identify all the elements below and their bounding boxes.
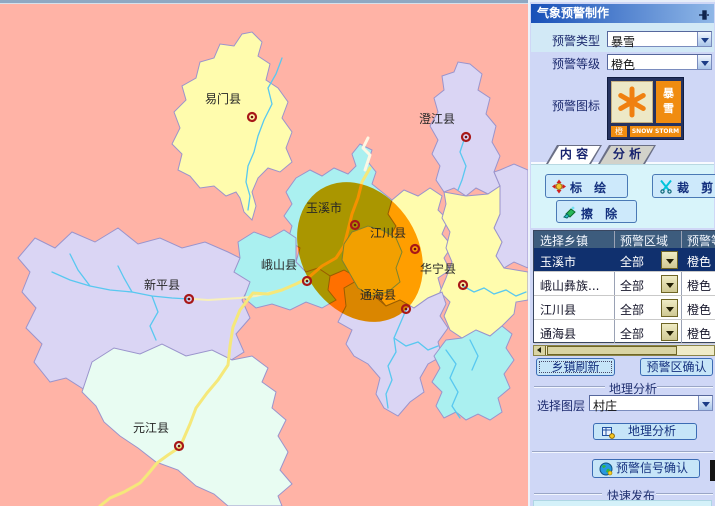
erase-button[interactable]: 擦 除 bbox=[556, 200, 637, 223]
focus-rect bbox=[539, 361, 612, 373]
county-label: 玉溪市 bbox=[306, 200, 342, 215]
erase-icon bbox=[563, 205, 577, 219]
group-line bbox=[534, 386, 605, 388]
map-canvas[interactable]: 易门县 澄江县 玉溪市 江川县 华宁县 峨山县 新平县 通海县 元江县 bbox=[0, 0, 528, 506]
group-line bbox=[534, 493, 602, 495]
header-town: 选择乡镇 bbox=[540, 232, 588, 249]
county-label: 江川县 bbox=[370, 226, 406, 240]
warning-level-value: 橙色 bbox=[611, 56, 635, 73]
tab-analysis-label: 分 析 bbox=[613, 147, 641, 161]
scrollbar-thumb[interactable] bbox=[547, 346, 677, 355]
tab-analysis[interactable]: 分 析 bbox=[598, 145, 656, 164]
publish-section bbox=[533, 500, 712, 506]
warning-type-select[interactable]: 暴雪 bbox=[607, 31, 712, 47]
panel-titlebar: 气象预警制作 bbox=[531, 4, 714, 23]
warning-icon-caption: SNOW STORM bbox=[630, 126, 681, 137]
globe-icon bbox=[599, 462, 613, 476]
table-header: 选择乡镇 预警区域 预警等级 bbox=[534, 231, 715, 248]
table-hscrollbar[interactable] bbox=[533, 345, 715, 356]
county-label: 通海县 bbox=[360, 287, 396, 302]
confirm-signal-label: 预警信号确认 bbox=[616, 461, 688, 475]
warning-icon-label: 预警图标 bbox=[552, 97, 600, 114]
county-label: 元江县 bbox=[133, 421, 169, 435]
county-label: 澄江县 bbox=[419, 111, 455, 126]
snowflake-icon bbox=[611, 81, 653, 123]
plot-button[interactable]: 标 绘 bbox=[545, 174, 628, 198]
layer-select[interactable]: 村庄 bbox=[589, 395, 713, 411]
county-yimen[interactable] bbox=[172, 32, 292, 220]
geo-analysis-button[interactable]: 地理分析 bbox=[593, 423, 697, 440]
pin-icon[interactable] bbox=[698, 9, 710, 21]
county-label: 峨山县 bbox=[261, 258, 297, 272]
table-row[interactable]: 通海县 全部 橙色 bbox=[534, 320, 715, 344]
cell-level: 橙色 bbox=[687, 325, 711, 342]
geo-analysis-label: 地理分析 bbox=[628, 424, 676, 438]
section-separator bbox=[532, 451, 713, 453]
panel-title: 气象预警制作 bbox=[537, 6, 609, 20]
crop-button[interactable]: 裁 剪 bbox=[652, 174, 715, 198]
tab-content-label: 内 容 bbox=[560, 147, 588, 161]
county-label: 易门县 bbox=[205, 91, 241, 106]
county-yuanjiang[interactable] bbox=[82, 344, 292, 506]
cell-area: 全部 bbox=[620, 253, 644, 270]
area-dropdown[interactable] bbox=[661, 251, 678, 269]
confirm-area-label: 预警区确认 bbox=[646, 360, 706, 374]
cell-area: 全部 bbox=[620, 277, 644, 294]
crop-button-label: 裁 剪 bbox=[677, 179, 715, 196]
county-label: 华宁县 bbox=[420, 261, 456, 276]
county-southeast[interactable] bbox=[432, 326, 514, 420]
cell-town: 玉溪市 bbox=[540, 253, 576, 270]
map-top-border-light bbox=[0, 3, 528, 4]
area-dropdown[interactable] bbox=[661, 323, 678, 341]
geo-analysis-icon bbox=[602, 426, 615, 439]
warning-type-label: 预警类型 bbox=[552, 32, 600, 49]
layer-value: 村庄 bbox=[593, 397, 617, 414]
header-area: 预警区域 bbox=[620, 232, 668, 249]
area-dropdown[interactable] bbox=[661, 275, 678, 293]
tab-content[interactable]: 内 容 bbox=[546, 145, 602, 164]
erase-button-label: 擦 除 bbox=[581, 205, 621, 222]
warning-panel: 气象预警制作 预警类型 暴雪 预警等级 橙色 预警图标 bbox=[530, 0, 715, 506]
table-row[interactable]: 峨山彝族... 全部 橙色 bbox=[534, 272, 715, 296]
warning-level-dropdown-icon[interactable] bbox=[697, 55, 711, 69]
table-row[interactable]: 玉溪市 全部 橙色 bbox=[534, 248, 715, 272]
confirm-area-button[interactable]: 预警区确认 bbox=[640, 358, 713, 376]
warning-icon-level: 橙 bbox=[611, 126, 627, 137]
group-line bbox=[657, 386, 713, 388]
warning-level-label: 预警等级 bbox=[552, 55, 600, 72]
cell-town: 峨山彝族... bbox=[540, 277, 599, 294]
group-line bbox=[656, 493, 713, 495]
warning-level-select[interactable]: 橙色 bbox=[607, 54, 712, 70]
plot-button-label: 标 绘 bbox=[570, 179, 610, 196]
warning-icon: 暴 雪 橙 SNOW STORM bbox=[607, 77, 684, 140]
county-chengjiang[interactable] bbox=[430, 62, 500, 196]
warning-type-dropdown-icon[interactable] bbox=[697, 32, 711, 46]
edge-widget bbox=[710, 460, 715, 481]
warning-icon-name: 暴 雪 bbox=[656, 81, 681, 123]
crop-icon bbox=[659, 179, 673, 194]
refresh-town-button[interactable]: 乡镇刷新 bbox=[536, 358, 615, 376]
confirm-signal-button[interactable]: 预警信号确认 bbox=[592, 459, 700, 478]
table-row[interactable]: 江川县 全部 橙色 bbox=[534, 296, 715, 320]
warning-type-value: 暴雪 bbox=[611, 33, 635, 50]
layer-dropdown-icon[interactable] bbox=[698, 396, 712, 410]
cell-town: 江川县 bbox=[540, 301, 576, 318]
weather-warning-app: 易门县 澄江县 玉溪市 江川县 华宁县 峨山县 新平县 通海县 元江县 气象预警… bbox=[0, 0, 715, 506]
cell-area: 全部 bbox=[620, 325, 644, 342]
layer-label: 选择图层 bbox=[537, 397, 585, 414]
scroll-left-icon[interactable] bbox=[534, 346, 546, 355]
cell-level: 橙色 bbox=[687, 277, 711, 294]
cell-level: 橙色 bbox=[687, 301, 711, 318]
county-label: 新平县 bbox=[144, 277, 180, 292]
cell-area: 全部 bbox=[620, 301, 644, 318]
cell-level: 橙色 bbox=[687, 253, 711, 270]
map-top-border bbox=[0, 0, 528, 3]
township-table[interactable]: 选择乡镇 预警区域 预警等级 玉溪市 全部 橙色 峨山彝族... 全部 橙色 江… bbox=[533, 230, 715, 343]
cell-town: 通海县 bbox=[540, 325, 576, 342]
header-level: 预警等级 bbox=[687, 232, 715, 249]
area-dropdown[interactable] bbox=[661, 299, 678, 317]
plot-icon bbox=[552, 179, 566, 194]
